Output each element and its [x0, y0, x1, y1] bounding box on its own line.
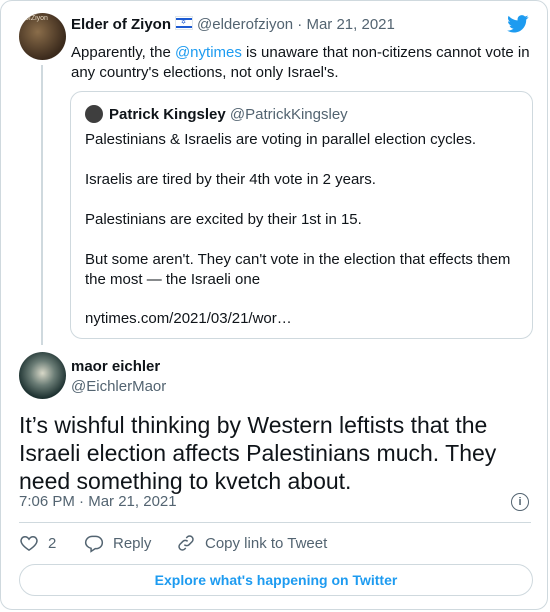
reply-label: Reply: [113, 534, 152, 552]
nytimes-mention-link[interactable]: @nytimes: [175, 44, 242, 61]
thread-line: [41, 65, 43, 345]
like-button[interactable]: 2: [19, 533, 56, 553]
author-avatar[interactable]: ofZiyon: [19, 13, 66, 60]
quoted-avatar: [85, 105, 103, 123]
quoted-tweet[interactable]: Patrick Kingsley @PatrickKingsley Palest…: [70, 91, 533, 339]
divider: [19, 522, 531, 523]
author-header: Elder of Ziyon ✡ @elderofziyon · Mar 21, 2…: [71, 16, 395, 33]
reply-date: Mar 21, 2021: [88, 493, 177, 510]
reply-timestamp[interactable]: 7:06 PM · Mar 21, 2021: [19, 493, 177, 510]
twitter-bird-icon[interactable]: [507, 15, 529, 33]
explore-twitter-button[interactable]: Explore what's happening on Twitter: [19, 564, 533, 596]
heart-icon: [20, 535, 38, 551]
quoted-paragraph: Palestinians are excited by their 1st in…: [85, 211, 362, 228]
quoted-name: Patrick Kingsley: [109, 106, 226, 123]
embedded-tweet-card: ofZiyon Elder of Ziyon ✡ @elderofziyon · M…: [0, 0, 548, 610]
reply-button[interactable]: Reply: [84, 533, 151, 553]
reply-icon: [84, 535, 104, 553]
israel-flag-icon: ✡: [175, 16, 194, 30]
reply-avatar[interactable]: [19, 352, 66, 399]
link-icon: [178, 535, 194, 551]
copy-link-label: Copy link to Tweet: [205, 534, 328, 552]
author-separator: ·: [297, 16, 303, 33]
reply-handle[interactable]: @EichlerMaor: [71, 378, 166, 395]
quoted-handle: @PatrickKingsley: [229, 106, 348, 123]
info-icon[interactable]: i: [511, 493, 529, 511]
reply-tweet-text: It’s wishful thinking by Western leftist…: [19, 412, 497, 494]
reply-separator: ·: [79, 493, 85, 510]
quoted-header: Patrick Kingsley @PatrickKingsley: [85, 105, 348, 123]
author-name[interactable]: Elder of Ziyon: [71, 16, 171, 33]
quoted-link[interactable]: nytimes.com/2021/03/21/wor…: [85, 310, 292, 327]
reply-name[interactable]: maor eichler: [71, 358, 160, 375]
quoted-paragraph: Israelis are tired by their 4th vote in …: [85, 171, 376, 188]
author-tweet-text: Apparently, the @nytimes is unaware that…: [71, 43, 536, 83]
author-date[interactable]: Mar 21, 2021: [306, 16, 394, 33]
author-text-before: Apparently, the: [71, 44, 175, 61]
reply-time: 7:06 PM: [19, 493, 75, 510]
quoted-body: Palestinians & Israelis are voting in pa…: [85, 130, 515, 310]
author-handle[interactable]: @elderofziyon: [197, 16, 293, 33]
copy-link-button[interactable]: Copy link to Tweet: [176, 533, 327, 553]
author-avatar-text: ofZiyon: [25, 15, 48, 22]
like-count: 2: [48, 534, 57, 552]
quoted-paragraph: But some aren't. They can't vote in the …: [85, 251, 511, 288]
quoted-paragraph: Palestinians & Israelis are voting in pa…: [85, 131, 477, 148]
